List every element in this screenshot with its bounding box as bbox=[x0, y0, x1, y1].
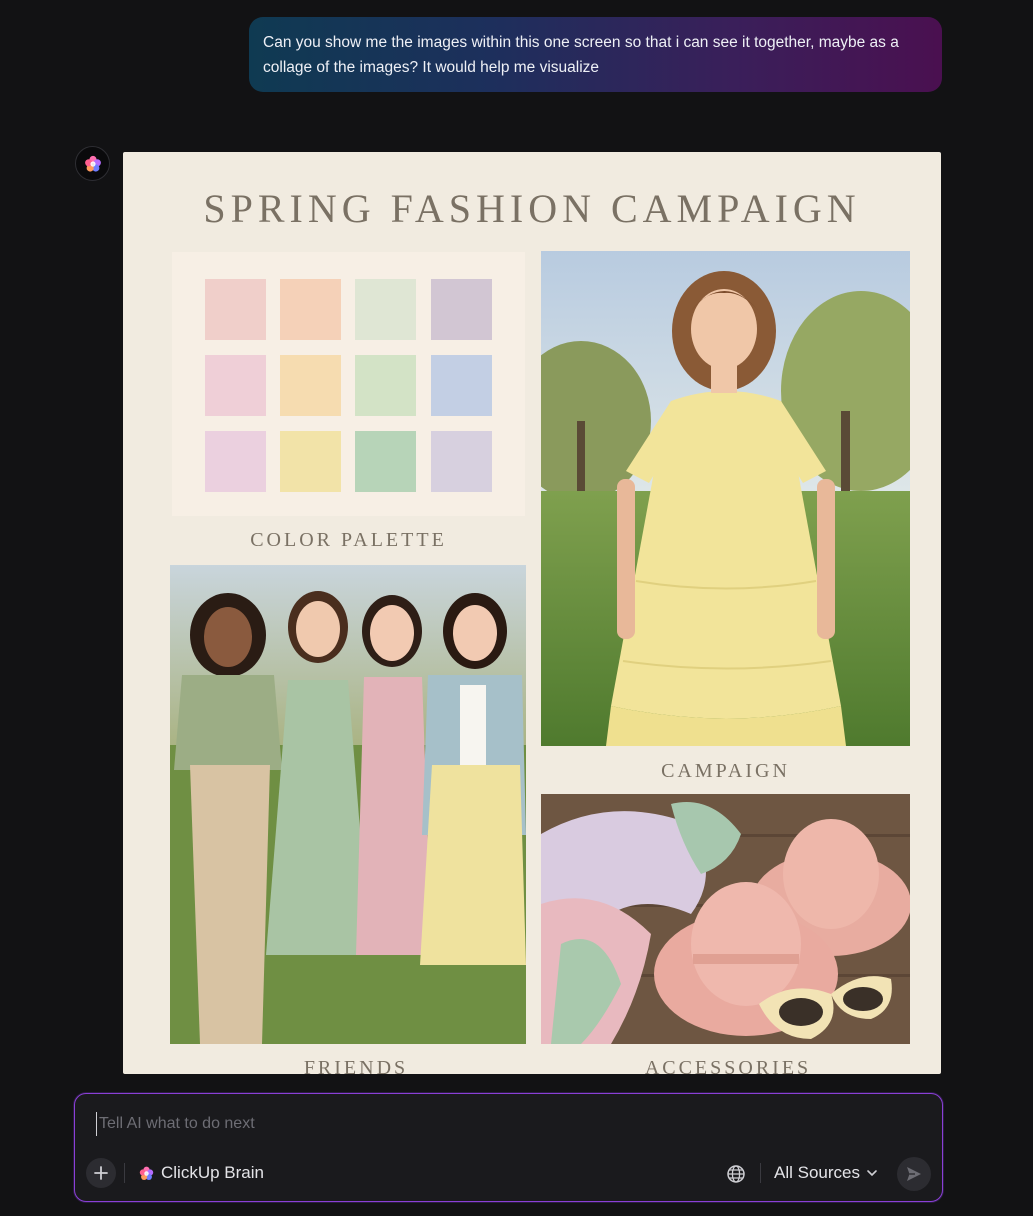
globe-icon bbox=[727, 1165, 745, 1183]
web-search-toggle[interactable] bbox=[726, 1164, 746, 1184]
palette-swatch bbox=[205, 355, 266, 416]
sources-label: All Sources bbox=[774, 1163, 860, 1182]
palette-swatch bbox=[355, 355, 416, 416]
palette-swatch bbox=[280, 431, 341, 492]
ai-avatar bbox=[75, 146, 110, 181]
add-attachment-button[interactable] bbox=[86, 1158, 116, 1188]
palette-swatch bbox=[355, 279, 416, 340]
palette-swatch bbox=[355, 431, 416, 492]
caption-campaign: CAMPAIGN bbox=[661, 760, 790, 782]
user-message-text: Can you show me the images within this o… bbox=[263, 34, 899, 76]
palette-swatch bbox=[431, 279, 492, 340]
chevron-down-icon bbox=[867, 1170, 877, 1177]
divider bbox=[124, 1163, 125, 1183]
brain-label: ClickUp Brain bbox=[161, 1163, 264, 1182]
divider bbox=[760, 1163, 761, 1183]
user-message-bubble: Can you show me the images within this o… bbox=[249, 17, 942, 92]
palette-swatch bbox=[280, 355, 341, 416]
palette-swatch bbox=[431, 355, 492, 416]
sources-dropdown[interactable]: All Sources bbox=[774, 1162, 878, 1184]
collage-image[interactable]: SPRING FASHION CAMPAIGN COLOR PALETTE CA… bbox=[123, 152, 941, 1074]
palette-swatch bbox=[280, 279, 341, 340]
caption-color-palette: COLOR PALETTE bbox=[250, 529, 447, 551]
friends-photo bbox=[170, 565, 526, 1044]
palette-swatch bbox=[205, 431, 266, 492]
palette-swatch bbox=[431, 431, 492, 492]
prompt-input[interactable] bbox=[96, 1112, 696, 1136]
caption-friends: FRIENDS bbox=[303, 1057, 409, 1074]
brain-selector-button[interactable]: ClickUp Brain bbox=[138, 1162, 264, 1184]
caption-accessories: ACCESSORIES bbox=[644, 1057, 812, 1074]
collage-title: SPRING FASHION CAMPAIGN bbox=[203, 186, 861, 231]
color-palette-panel bbox=[172, 252, 525, 516]
accessories-photo bbox=[541, 794, 910, 1044]
palette-swatch bbox=[205, 279, 266, 340]
send-button[interactable] bbox=[897, 1157, 931, 1191]
send-icon bbox=[907, 1167, 921, 1181]
plus-icon bbox=[94, 1166, 108, 1180]
clickup-brain-icon bbox=[139, 1166, 154, 1180]
ai-composer: ClickUp Brain All Sources bbox=[74, 1093, 943, 1202]
campaign-photo bbox=[541, 251, 910, 746]
clickup-brain-icon bbox=[84, 155, 101, 172]
